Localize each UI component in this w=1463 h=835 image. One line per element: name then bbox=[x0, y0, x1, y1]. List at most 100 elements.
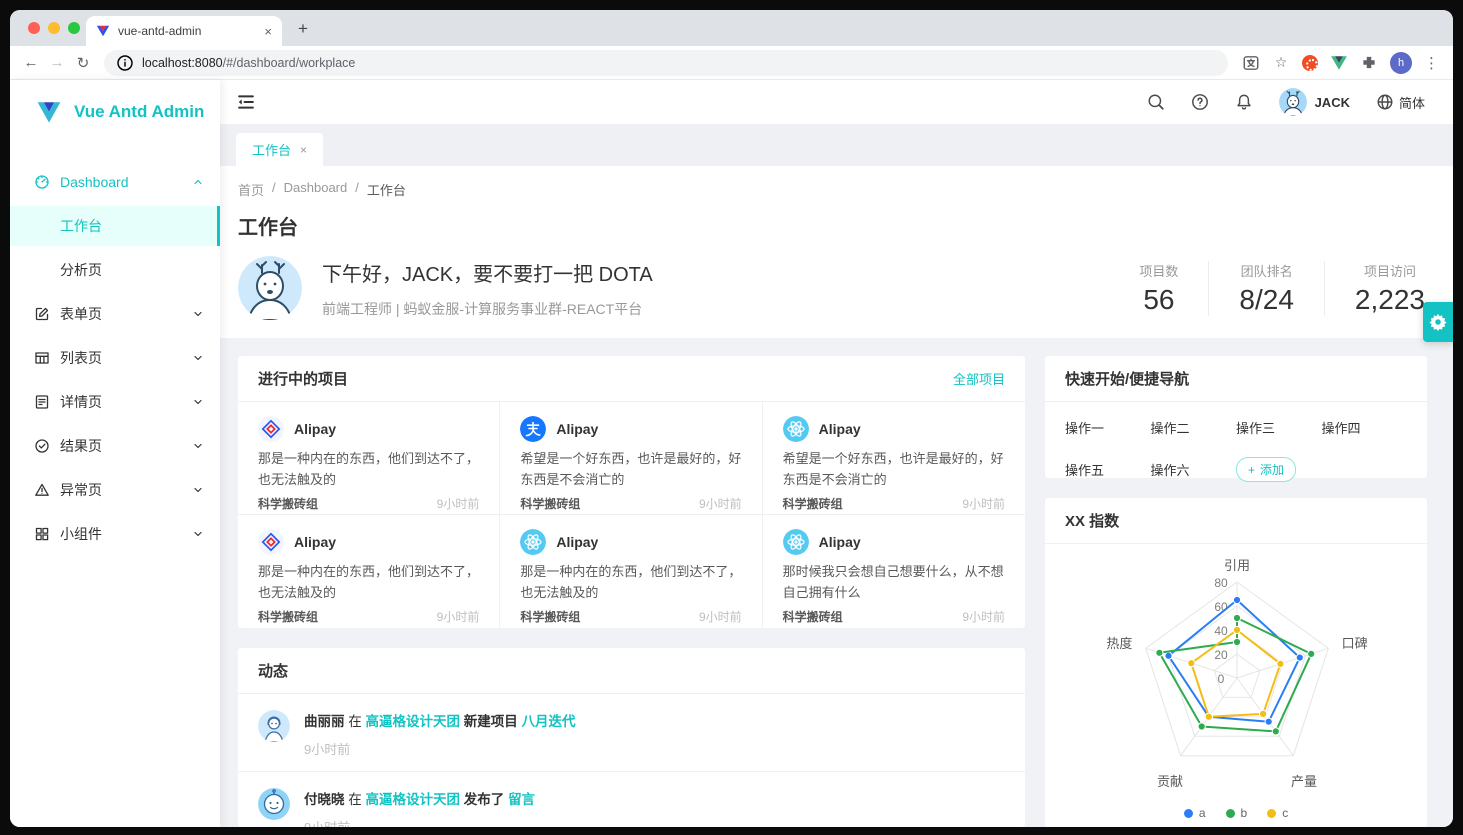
quick-link-操作四[interactable]: 操作四 bbox=[1322, 418, 1408, 437]
legend-label: a bbox=[1199, 806, 1206, 820]
project-group-link[interactable]: 科学搬砖组 bbox=[520, 608, 580, 625]
activity-link[interactable]: 八月迭代 bbox=[522, 714, 576, 729]
search-icon[interactable] bbox=[1147, 93, 1165, 111]
vue-devtools-icon[interactable] bbox=[1330, 54, 1348, 72]
new-tab-button[interactable]: + bbox=[298, 19, 308, 39]
forward-icon[interactable]: → bbox=[44, 54, 70, 71]
legend-label: b bbox=[1241, 806, 1248, 820]
project-description: 那时候我只会想自己想要什么，从不想自己拥有什么 bbox=[783, 562, 1005, 603]
close-icon[interactable]: × bbox=[300, 143, 307, 157]
project-group-link[interactable]: 科学搬砖组 bbox=[258, 608, 318, 625]
reload-icon[interactable]: ↻ bbox=[70, 54, 96, 72]
sidebar-subitem-分析页[interactable]: 分析页 bbox=[10, 250, 220, 290]
projects-card: 进行中的项目 全部项目 Alipay那是一种内在的东西，他们到达不了，也无法触及… bbox=[238, 356, 1025, 628]
browser-menu-icon[interactable]: ⋮ bbox=[1424, 54, 1439, 72]
sidebar-item-Dashboard[interactable]: Dashboard bbox=[10, 162, 220, 202]
project-tile[interactable]: Alipay那是一种内在的东西，他们到达不了，也无法触及的科学搬砖组9小时前 bbox=[238, 402, 500, 515]
add-quick-link-button[interactable]: +添加 bbox=[1236, 457, 1296, 482]
legend-item-c[interactable]: c bbox=[1267, 806, 1288, 820]
radar-legend: a b c bbox=[1045, 802, 1427, 827]
stat-value: 2,223 bbox=[1355, 284, 1425, 316]
close-window-button[interactable] bbox=[28, 22, 40, 34]
project-tile[interactable]: Alipay那时候我只会想自己想要什么，从不想自己拥有什么科学搬砖组9小时前 bbox=[763, 515, 1025, 628]
project-tile-head: Alipay bbox=[783, 529, 1005, 555]
sidebar-item-label: Dashboard bbox=[60, 174, 129, 190]
quick-link-操作五[interactable]: 操作五 bbox=[1065, 460, 1151, 479]
project-name[interactable]: Alipay bbox=[819, 534, 861, 550]
page-tab-label: 工作台 bbox=[252, 140, 291, 159]
page-tab-workplace[interactable]: 工作台 × bbox=[236, 133, 323, 166]
sidebar-item-表单页[interactable]: 表单页 bbox=[10, 294, 220, 334]
settings-gear-button[interactable] bbox=[1423, 302, 1453, 342]
browser-tab[interactable]: vue-antd-admin × bbox=[86, 16, 282, 46]
quick-link-操作二[interactable]: 操作二 bbox=[1151, 418, 1237, 437]
legend-label: c bbox=[1282, 806, 1288, 820]
project-name[interactable]: Alipay bbox=[556, 534, 598, 550]
language-label: 简体 bbox=[1399, 93, 1425, 112]
info-icon[interactable] bbox=[116, 54, 134, 72]
project-name[interactable]: Alipay bbox=[294, 534, 336, 550]
url-host: localhost:8080 bbox=[142, 56, 223, 70]
activity-link[interactable]: 高逼格设计天团 bbox=[366, 792, 464, 807]
help-icon[interactable] bbox=[1191, 93, 1209, 111]
language-switcher[interactable]: 简体 bbox=[1376, 93, 1425, 112]
sidebar: Vue Antd Admin Dashboard 工作台分析页表单页列表页详情页结… bbox=[10, 80, 220, 827]
app-logo[interactable]: Vue Antd Admin bbox=[10, 80, 220, 144]
project-tile[interactable]: Alipay那是一种内在的东西，他们到达不了，也无法触及的科学搬砖组9小时前 bbox=[500, 515, 762, 628]
activity-text-segment: 在 bbox=[348, 792, 365, 807]
legend-item-a[interactable]: a bbox=[1184, 806, 1206, 820]
quick-link-操作六[interactable]: 操作六 bbox=[1151, 460, 1237, 479]
project-name[interactable]: Alipay bbox=[556, 421, 598, 437]
activity-user[interactable]: 付晓晓 bbox=[304, 792, 348, 807]
activity-link[interactable]: 高逼格设计天团 bbox=[366, 714, 464, 729]
react-icon bbox=[783, 416, 809, 442]
sidebar-item-label: 结果页 bbox=[60, 436, 102, 456]
back-icon[interactable]: ← bbox=[18, 54, 44, 71]
project-name[interactable]: Alipay bbox=[819, 421, 861, 437]
minimize-window-button[interactable] bbox=[48, 22, 60, 34]
appstore-icon bbox=[34, 526, 50, 542]
browser-toolbar: ← → ↻ localhost:8080/#/dashboard/workpla… bbox=[10, 46, 1453, 80]
all-projects-link[interactable]: 全部项目 bbox=[953, 369, 1005, 388]
user-menu[interactable]: JACK bbox=[1279, 88, 1350, 116]
bookmark-star-icon[interactable]: ☆ bbox=[1272, 54, 1290, 72]
sidebar-item-label: 列表页 bbox=[60, 348, 102, 368]
activity-link[interactable]: 留言 bbox=[508, 792, 535, 807]
stats-row: 项目数 56 团队排名 8/24 项目访问 2,223 bbox=[1109, 261, 1427, 316]
project-group-link[interactable]: 科学搬砖组 bbox=[258, 495, 318, 512]
notification-bell-icon[interactable] bbox=[1235, 93, 1253, 111]
sidebar-item-小组件[interactable]: 小组件 bbox=[10, 514, 220, 554]
project-group-link[interactable]: 科学搬砖组 bbox=[783, 608, 843, 625]
quick-link-操作三[interactable]: 操作三 bbox=[1236, 418, 1322, 437]
project-tile[interactable]: Alipay希望是一个好东西，也许是最好的，好东西是不会消亡的科学搬砖组9小时前 bbox=[500, 402, 762, 515]
radar-card-title: XX 指数 bbox=[1065, 510, 1119, 531]
sidebar-item-异常页[interactable]: 异常页 bbox=[10, 470, 220, 510]
breadcrumb-home[interactable]: 首页 bbox=[238, 180, 264, 199]
project-group-link[interactable]: 科学搬砖组 bbox=[520, 495, 580, 512]
project-description: 希望是一个好东西，也许是最好的，好东西是不会消亡的 bbox=[520, 449, 741, 490]
legend-item-b[interactable]: b bbox=[1226, 806, 1248, 820]
sidebar-subitem-工作台[interactable]: 工作台 bbox=[10, 206, 220, 246]
extensions-puzzle-icon[interactable] bbox=[1360, 54, 1378, 72]
close-tab-icon[interactable]: × bbox=[264, 24, 272, 39]
sidebar-item-结果页[interactable]: 结果页 bbox=[10, 426, 220, 466]
project-group-link[interactable]: 科学搬砖组 bbox=[783, 495, 843, 512]
fullscreen-window-button[interactable] bbox=[68, 22, 80, 34]
svg-text:0: 0 bbox=[1218, 672, 1225, 686]
activity-user[interactable]: 曲丽丽 bbox=[304, 714, 348, 729]
stat-team-rank: 团队排名 8/24 bbox=[1208, 261, 1324, 316]
activity-text-segment: 新建项目 bbox=[464, 714, 522, 729]
sidebar-item-详情页[interactable]: 详情页 bbox=[10, 382, 220, 422]
translate-icon[interactable] bbox=[1242, 54, 1260, 72]
project-tile[interactable]: Alipay那是一种内在的东西，他们到达不了，也无法触及的科学搬砖组9小时前 bbox=[238, 515, 500, 628]
project-name[interactable]: Alipay bbox=[294, 421, 336, 437]
extension-orange-icon[interactable] bbox=[1302, 55, 1318, 71]
sidebar-item-列表页[interactable]: 列表页 bbox=[10, 338, 220, 378]
quick-link-操作一[interactable]: 操作一 bbox=[1065, 418, 1151, 437]
activity-list: 曲丽丽 在 高逼格设计天团 新建项目 八月迭代 9小时前付晓晓 在 高逼格设计天… bbox=[238, 694, 1025, 827]
project-tile[interactable]: Alipay希望是一个好东西，也许是最好的，好东西是不会消亡的科学搬砖组9小时前 bbox=[763, 402, 1025, 515]
address-bar[interactable]: localhost:8080/#/dashboard/workplace bbox=[104, 50, 1228, 76]
breadcrumb-dashboard[interactable]: Dashboard bbox=[284, 180, 348, 199]
menu-fold-icon[interactable] bbox=[236, 92, 256, 112]
browser-profile-avatar[interactable]: h bbox=[1390, 52, 1412, 74]
